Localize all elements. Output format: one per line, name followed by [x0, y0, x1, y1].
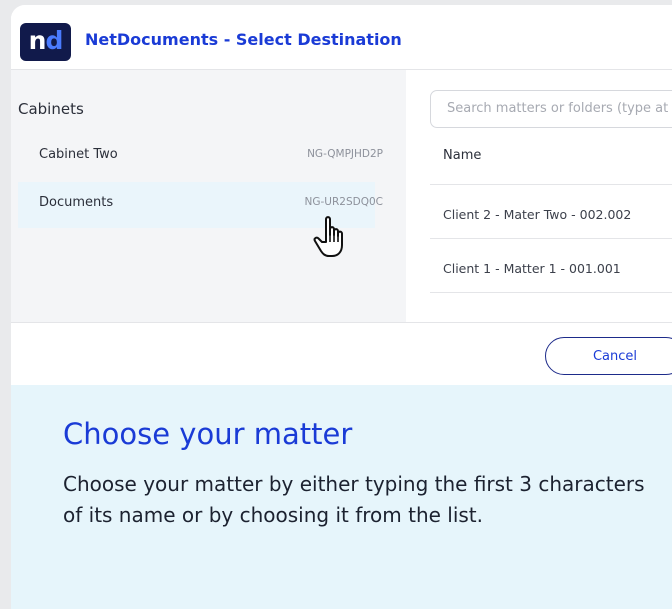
netdocuments-logo: nd	[20, 23, 71, 61]
search-input[interactable]	[445, 100, 672, 117]
cabinets-panel: Cabinets Cabinet Two NG-QMPJHD2P Documen…	[11, 70, 406, 322]
matter-row[interactable]: Client 2 - Mater Two - 002.002	[443, 207, 631, 222]
footer-divider	[11, 322, 672, 323]
tooltip-body: Choose your matter by either typing the …	[63, 472, 645, 527]
matters-panel: Name Client 2 - Mater Two - 002.002 Clie…	[406, 70, 672, 322]
dialog-title: NetDocuments - Select Destination	[85, 30, 402, 49]
cabinets-heading: Cabinets	[18, 100, 84, 118]
row-divider	[430, 292, 672, 293]
row-divider	[430, 184, 672, 185]
row-divider	[430, 238, 672, 239]
cabinet-code: NG-QMPJHD2P	[307, 148, 383, 160]
cancel-button[interactable]: Cancel	[545, 337, 672, 375]
tooltip-title: Choose your matter	[63, 417, 353, 451]
dialog-header: nd NetDocuments - Select Destination	[11, 5, 672, 70]
search-box[interactable]	[430, 90, 672, 128]
destination-dialog: nd NetDocuments - Select Destination Cab…	[11, 5, 672, 609]
logo-letter-d: d	[45, 26, 63, 55]
hand-pointer-cursor-icon	[313, 216, 343, 257]
cabinet-name: Documents	[39, 195, 114, 210]
name-column-header[interactable]: Name	[443, 148, 481, 163]
matter-row[interactable]: Client 1 - Matter 1 - 001.001	[443, 261, 621, 276]
cabinet-name: Cabinet Two	[39, 147, 118, 162]
cabinet-row-cabinet-two[interactable]: Cabinet Two NG-QMPJHD2P	[18, 134, 383, 180]
tooltip-panel: Choose your matter Choose your matter by…	[11, 385, 672, 609]
cabinet-code: NG-UR2SDQ0C	[304, 196, 383, 208]
logo-letter-n: n	[28, 26, 47, 55]
